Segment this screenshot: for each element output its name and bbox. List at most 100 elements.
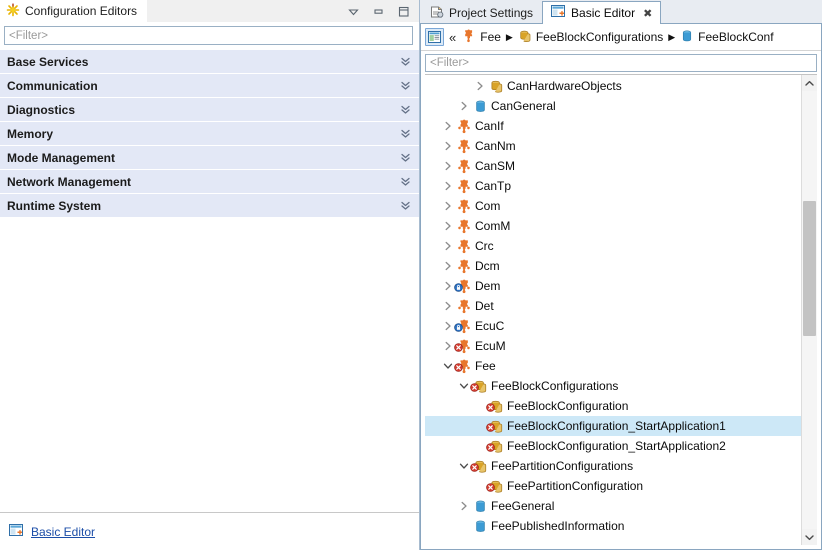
tree-filter[interactable] (425, 54, 817, 72)
chevron-right-icon[interactable] (441, 216, 455, 236)
section-communication[interactable]: Communication (0, 74, 419, 98)
container-list-icon (470, 458, 489, 474)
editor-form-icon[interactable] (425, 28, 444, 46)
chevron-right-icon[interactable] (441, 196, 455, 216)
tree-row[interactable]: FeePartitionConfigurations (425, 456, 801, 476)
double-chevron-down-icon[interactable] (399, 176, 411, 188)
tree-row-label: EcuM (475, 339, 506, 353)
section-base-services[interactable]: Base Services (0, 50, 419, 74)
tree-row[interactable]: FeeBlockConfigurations (425, 376, 801, 396)
chevron-right-icon[interactable] (457, 96, 471, 116)
configuration-editors-view: Configuration Editors <Filter> Base Serv… (0, 0, 420, 550)
double-chevron-down-icon[interactable] (399, 152, 411, 164)
tree-vertical-scrollbar[interactable] (801, 75, 817, 545)
scrollbar-track[interactable] (802, 91, 817, 529)
tree-row[interactable]: Dem (425, 276, 801, 296)
tree-row[interactable]: Det (425, 296, 801, 316)
filter-input[interactable] (9, 29, 408, 42)
scrollbar-thumb[interactable] (803, 200, 816, 337)
breadcrumb-back-button[interactable]: « (447, 30, 458, 45)
view-tab-configuration-editors[interactable]: Configuration Editors (0, 0, 148, 22)
tree-row[interactable]: Dcm (425, 256, 801, 276)
tree-row[interactable]: CanTp (425, 176, 801, 196)
chevron-down-icon[interactable] (457, 456, 471, 476)
section-diagnostics[interactable]: Diagnostics (0, 98, 419, 122)
tree-row[interactable]: CanGeneral (425, 96, 801, 116)
tree-row[interactable]: FeePublishedInformation (425, 516, 801, 536)
chevron-down-icon[interactable] (441, 356, 455, 376)
tab-basic-editor[interactable]: Basic Editor ✖ (542, 1, 662, 24)
tree-row-label: FeeBlockConfiguration (507, 399, 629, 413)
chevron-right-icon[interactable] (441, 116, 455, 136)
tree-row[interactable]: FeeBlockConfiguration_StartApplication1 (425, 416, 801, 436)
chevron-right-icon[interactable] (457, 496, 471, 516)
section-runtime-system[interactable]: Runtime System (0, 194, 419, 218)
tree-row[interactable]: Crc (425, 236, 801, 256)
module-icon (455, 258, 473, 274)
double-chevron-down-icon[interactable] (399, 56, 411, 68)
tree-row[interactable]: ComM (425, 216, 801, 236)
view-titlebar: Configuration Editors (0, 0, 419, 22)
tree-twisty-empty (473, 436, 487, 456)
tree-row[interactable]: Fee (425, 356, 801, 376)
double-chevron-down-icon[interactable] (399, 128, 411, 140)
container-list-icon (487, 78, 505, 94)
minimize-button[interactable] (372, 5, 385, 18)
container-icon (471, 98, 489, 114)
container-icon (471, 498, 489, 514)
chevron-right-icon[interactable] (441, 236, 455, 256)
tree-row[interactable]: FeePartitionConfiguration (425, 476, 801, 496)
breadcrumb-label: FeeBlockConfigurations (535, 30, 664, 44)
section-memory[interactable]: Memory (0, 122, 419, 146)
tree-row[interactable]: CanSM (425, 156, 801, 176)
double-chevron-down-icon[interactable] (399, 200, 411, 212)
basic-editor-body: « Fee ▶ FeeBlockConfigurations ▶ FeeBloc… (420, 24, 822, 550)
chevron-right-icon[interactable] (441, 316, 455, 336)
maximize-button[interactable] (397, 5, 410, 18)
tree-filter-input[interactable] (430, 57, 812, 69)
tree-row[interactable]: CanHardwareObjects (425, 76, 801, 96)
chevron-right-icon[interactable] (441, 156, 455, 176)
tree-row[interactable]: CanIf (425, 116, 801, 136)
chevron-right-icon[interactable] (473, 76, 487, 96)
tree-row[interactable]: Com (425, 196, 801, 216)
chevron-right-icon[interactable] (441, 296, 455, 316)
double-chevron-down-icon[interactable] (399, 80, 411, 92)
chevron-right-icon[interactable] (441, 276, 455, 296)
tree-row[interactable]: EcuC (425, 316, 801, 336)
scroll-down-button[interactable] (802, 529, 817, 545)
tree-row[interactable]: FeeBlockConfiguration (425, 396, 801, 416)
chevron-down-icon[interactable] (457, 376, 471, 396)
section-network-management[interactable]: Network Management (0, 170, 419, 194)
tree-row[interactable]: FeeBlockConfiguration_StartApplication2 (425, 436, 801, 456)
starburst-icon (6, 3, 20, 20)
chevron-right-icon[interactable] (441, 176, 455, 196)
section-mode-management[interactable]: Mode Management (0, 146, 419, 170)
tree-row[interactable]: EcuM (425, 336, 801, 356)
tree-row-label: CanSM (475, 159, 516, 173)
tab-project-settings[interactable]: Project Settings (421, 1, 542, 24)
chevron-right-icon[interactable] (441, 336, 455, 356)
tree-row[interactable]: CanNm (425, 136, 801, 156)
view-menu-button[interactable] (347, 5, 360, 18)
error-badge-icon (486, 401, 495, 415)
chevron-right-icon[interactable] (441, 136, 455, 156)
scroll-up-button[interactable] (802, 75, 817, 91)
tree-row-label: Dcm (475, 259, 500, 273)
close-icon[interactable]: ✖ (643, 7, 652, 20)
module-icon (455, 238, 473, 254)
breadcrumb-item-feeblockconfigurations[interactable]: FeeBlockConfigurations (518, 29, 663, 46)
configuration-tree[interactable]: CanHardwareObjects CanGeneral CanIf CanNm Ca… (425, 75, 801, 545)
chevron-right-icon[interactable] (441, 256, 455, 276)
double-chevron-down-icon[interactable] (399, 104, 411, 116)
tree-row-label: CanNm (475, 139, 516, 153)
view-footer: Basic Editor (0, 512, 419, 550)
module-icon (455, 158, 473, 174)
module-icon (454, 358, 473, 374)
breadcrumb-item-feeblockconfiguration[interactable]: FeeBlockConf (680, 29, 774, 46)
configuration-editors-filter[interactable] (4, 26, 413, 45)
breadcrumb-item-fee[interactable]: Fee (461, 28, 501, 46)
tree-row[interactable]: FeeGeneral (425, 496, 801, 516)
breadcrumb-separator-icon: ▶ (668, 31, 676, 42)
basic-editor-link[interactable]: Basic Editor (31, 525, 95, 539)
